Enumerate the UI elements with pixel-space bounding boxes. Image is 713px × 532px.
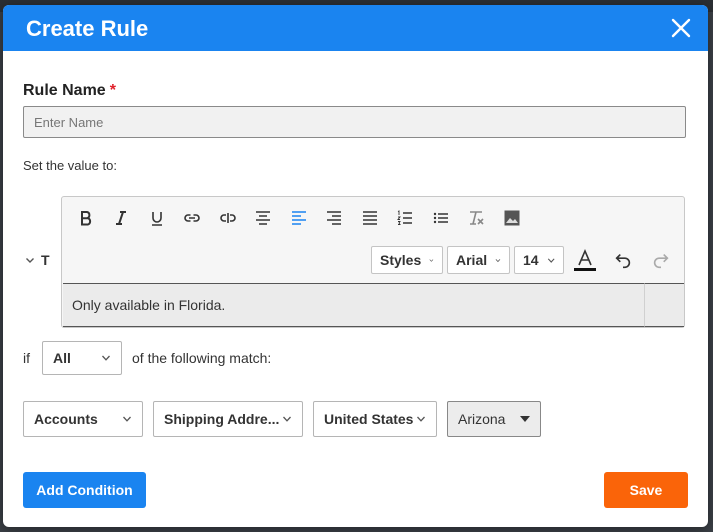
align-center-icon[interactable] bbox=[246, 203, 282, 233]
underline-icon[interactable] bbox=[139, 203, 175, 233]
close-icon[interactable] bbox=[670, 17, 692, 39]
unordered-list-icon[interactable] bbox=[423, 203, 459, 233]
condition-property-value: Shipping Addre... bbox=[164, 411, 280, 427]
condition-state-select[interactable]: Arizona bbox=[447, 401, 541, 437]
condition-country-select[interactable]: United States bbox=[313, 401, 437, 437]
match-row: if All of the following match: bbox=[23, 341, 271, 375]
align-left-icon[interactable] bbox=[281, 203, 317, 233]
italic-icon[interactable] bbox=[104, 203, 140, 233]
editor-content[interactable]: Only available in Florida. bbox=[63, 283, 644, 327]
styles-dropdown[interactable]: Styles bbox=[371, 246, 443, 274]
unlink-icon[interactable] bbox=[210, 203, 246, 233]
chevron-down-icon bbox=[283, 416, 291, 422]
condition-field-value: Accounts bbox=[34, 411, 98, 427]
editor-toolbar-row1 bbox=[62, 201, 530, 235]
rule-name-input[interactable] bbox=[23, 106, 686, 138]
chevron-down-icon bbox=[547, 257, 555, 263]
condition-field-select[interactable]: Accounts bbox=[23, 401, 143, 437]
font-size-value: 14 bbox=[523, 252, 539, 268]
chevron-down-icon bbox=[429, 258, 434, 262]
editor-scrollbar[interactable] bbox=[644, 283, 684, 327]
match-suffix-label: of the following match: bbox=[132, 350, 272, 366]
link-icon[interactable] bbox=[175, 203, 211, 233]
modal-header: Create Rule bbox=[3, 5, 708, 51]
caret-down-icon bbox=[520, 416, 530, 422]
add-condition-button[interactable]: Add Condition bbox=[23, 472, 146, 508]
text-type-label: T bbox=[41, 252, 50, 268]
if-label: if bbox=[23, 350, 30, 366]
chevron-down-icon bbox=[102, 355, 110, 361]
bold-icon[interactable] bbox=[68, 203, 104, 233]
condition-state-value: Arizona bbox=[458, 411, 506, 427]
font-size-dropdown[interactable]: 14 bbox=[514, 246, 564, 274]
required-asterisk: * bbox=[109, 82, 116, 99]
condition-row: Accounts Shipping Addre... United States… bbox=[23, 401, 541, 437]
rule-name-label: Rule Name * bbox=[23, 82, 116, 100]
create-rule-modal: Create Rule Rule Name* Set the value to:… bbox=[3, 5, 708, 527]
value-type-toggle[interactable]: T bbox=[25, 252, 50, 268]
align-justify-icon[interactable] bbox=[352, 203, 388, 233]
match-type-select[interactable]: All bbox=[42, 341, 122, 375]
chevron-down-icon bbox=[123, 416, 131, 422]
redo-icon[interactable] bbox=[644, 246, 678, 274]
modal-title: Create Rule bbox=[26, 16, 149, 41]
chevron-down-icon bbox=[26, 258, 34, 263]
chevron-down-icon bbox=[495, 258, 501, 262]
set-value-label: Set the value to: bbox=[23, 158, 117, 173]
undo-icon[interactable] bbox=[606, 246, 640, 274]
styles-dropdown-label: Styles bbox=[380, 252, 422, 268]
font-family-value: Arial bbox=[456, 252, 488, 268]
match-type-value: All bbox=[53, 350, 71, 366]
rule-name-label-text: Rule Name bbox=[23, 82, 106, 99]
align-right-icon[interactable] bbox=[317, 203, 353, 233]
condition-country-value: United States bbox=[324, 411, 414, 427]
clear-format-icon[interactable] bbox=[459, 203, 495, 233]
ordered-list-icon[interactable] bbox=[388, 203, 424, 233]
chevron-down-icon bbox=[417, 416, 425, 422]
condition-property-select[interactable]: Shipping Addre... bbox=[153, 401, 303, 437]
rich-text-editor: Styles Arial 14 Only available in Florid… bbox=[61, 196, 685, 328]
save-button[interactable]: Save bbox=[604, 472, 688, 508]
font-family-dropdown[interactable]: Arial bbox=[447, 246, 510, 274]
editor-toolbar-row2: Styles Arial 14 bbox=[371, 245, 678, 275]
image-icon[interactable] bbox=[494, 203, 530, 233]
text-color-icon[interactable] bbox=[568, 246, 602, 274]
